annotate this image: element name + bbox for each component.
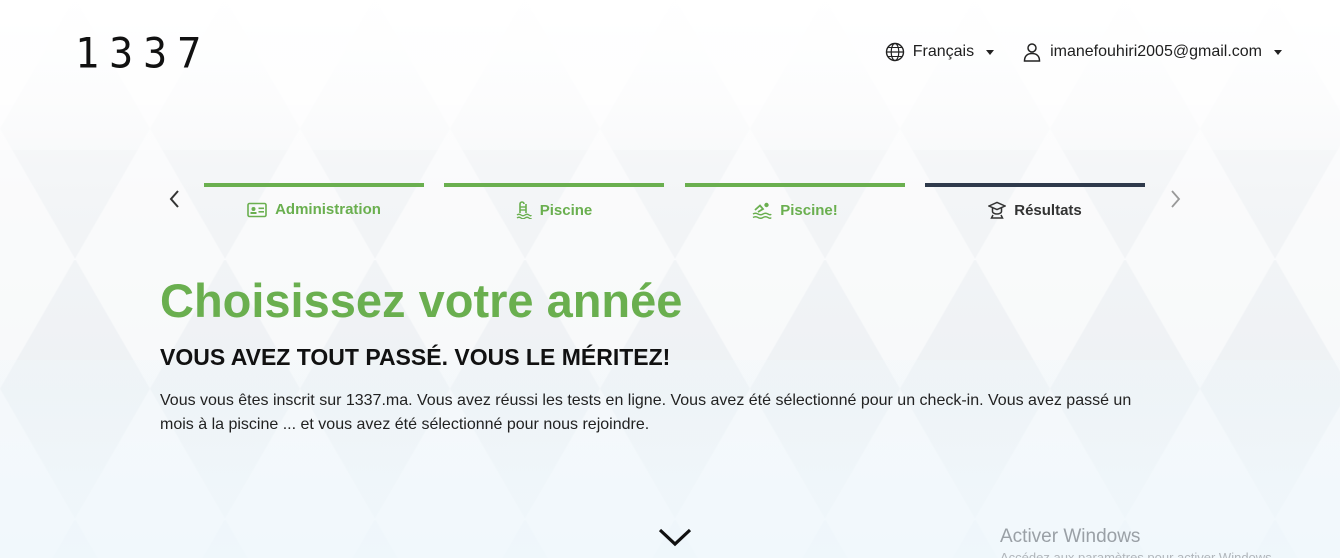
windows-activation-subtitle: Accédez aux paramètres pour activer Wind… xyxy=(1000,550,1276,558)
chevron-right-icon[interactable] xyxy=(1165,187,1185,211)
language-label: Français xyxy=(912,43,975,60)
step-piscine-final[interactable]: Piscine! xyxy=(685,183,905,223)
chevron-down-icon[interactable] xyxy=(656,525,694,549)
step-resultats[interactable]: Résultats xyxy=(925,183,1145,223)
id-card-icon xyxy=(247,202,267,217)
step-label: Piscine xyxy=(539,201,593,219)
step-label: Résultats xyxy=(1014,201,1082,219)
user-icon xyxy=(1023,43,1041,62)
page-subtitle: VOUS AVEZ TOUT PASSÉ. VOUS LE MÉRITEZ! xyxy=(160,344,671,370)
windows-activation-title: Activer Windows xyxy=(1000,526,1141,547)
page-title: Choisissez votre année xyxy=(160,274,683,327)
pool-ladder-icon xyxy=(516,201,532,219)
user-menu[interactable]: imanefouhiri2005@gmail.com xyxy=(1022,42,1282,62)
language-selector[interactable]: Français xyxy=(885,42,995,62)
step-label: Piscine! xyxy=(780,201,838,219)
step-bar xyxy=(444,183,664,187)
step-bar xyxy=(925,183,1145,187)
header-menu: Français imanefouhiri2005@gmail.com xyxy=(885,42,1282,62)
swimmer-icon xyxy=(752,202,772,219)
chevron-down-icon xyxy=(986,49,995,55)
step-piscine[interactable]: Piscine xyxy=(444,183,664,223)
step-administration[interactable]: Administration xyxy=(204,183,424,223)
page-description: Vous vous êtes inscrit sur 1337.ma. Vous… xyxy=(160,392,1132,433)
chevron-left-icon[interactable] xyxy=(165,187,185,211)
user-email: imanefouhiri2005@gmail.com xyxy=(1050,43,1262,60)
logo[interactable]: 1337 xyxy=(75,33,211,75)
graduation-icon xyxy=(988,201,1007,219)
globe-icon xyxy=(885,42,904,62)
step-bar xyxy=(685,183,905,187)
step-label: Administration xyxy=(275,201,381,218)
progress-steps: Administration Piscine Piscine! Résultat… xyxy=(160,183,1190,223)
chevron-down-icon xyxy=(1274,49,1282,55)
step-bar xyxy=(204,183,424,187)
